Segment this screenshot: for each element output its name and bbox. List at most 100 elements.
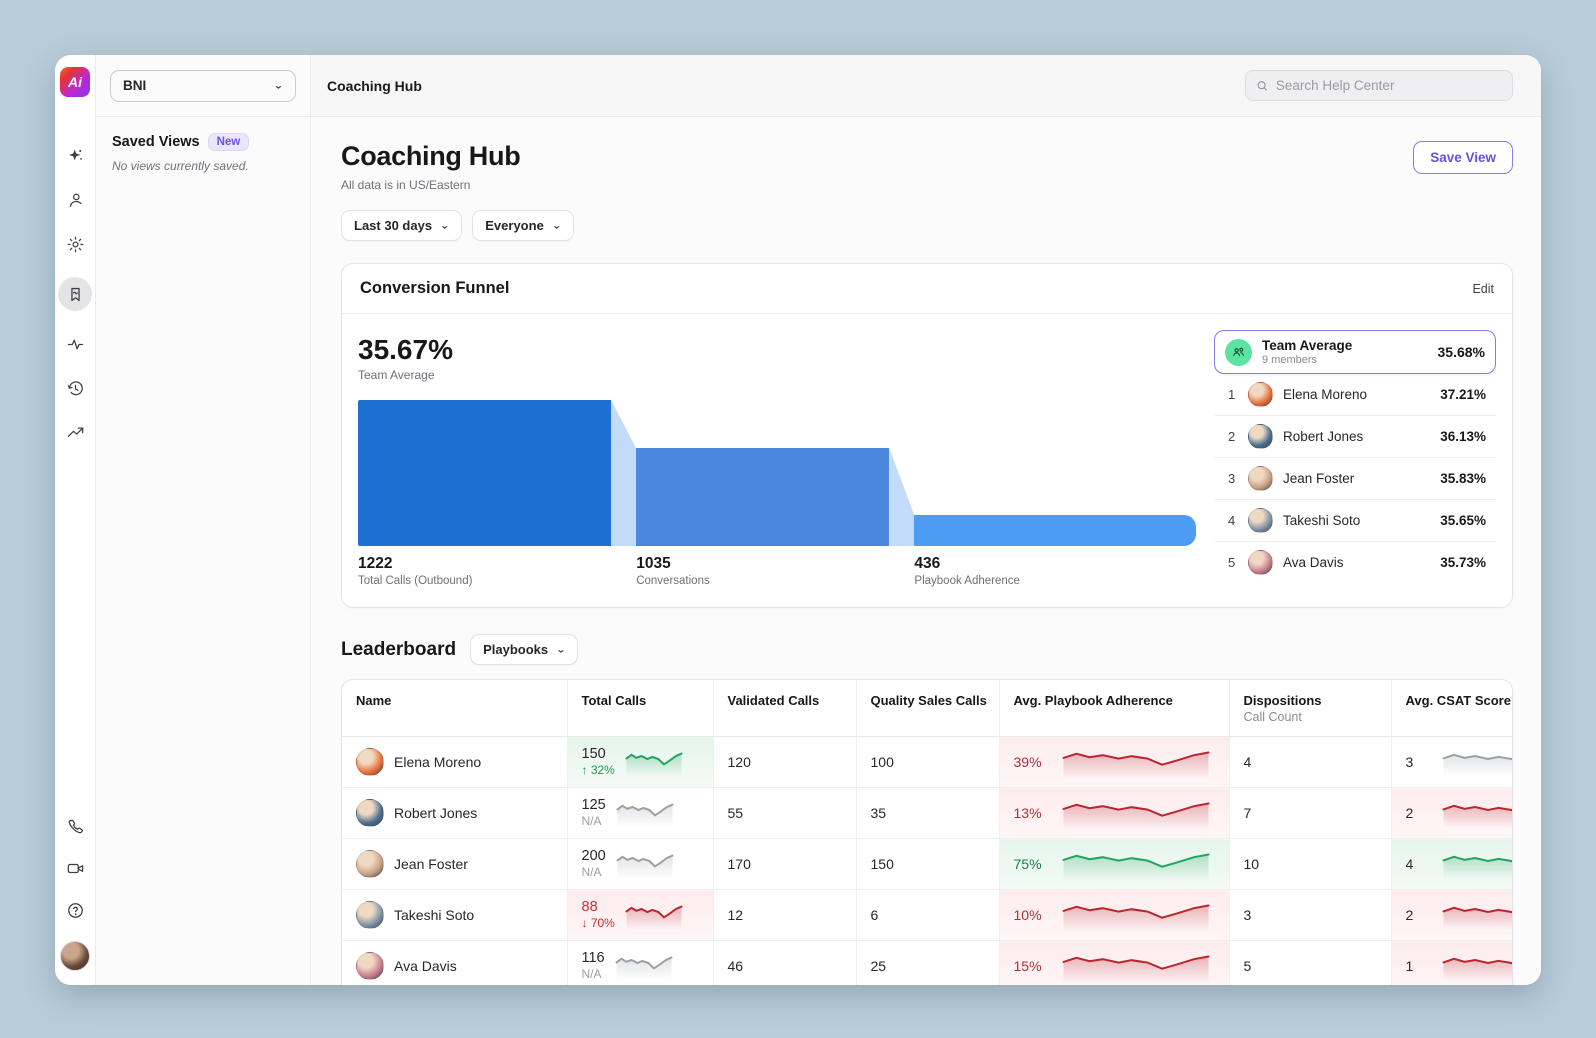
rank-number: 3 xyxy=(1228,471,1238,486)
rank-number: 5 xyxy=(1228,555,1238,570)
sparkline-red xyxy=(1062,898,1210,932)
total-calls-delta: ↓ 70% xyxy=(582,917,615,931)
funnel-bar-3[interactable] xyxy=(914,515,1196,546)
team-icon xyxy=(1225,339,1252,366)
video-icon[interactable] xyxy=(64,857,86,879)
activity-icon[interactable] xyxy=(64,333,86,355)
history-icon[interactable] xyxy=(64,377,86,399)
col-validated-calls[interactable]: Validated Calls xyxy=(713,680,856,737)
sparkle-icon[interactable] xyxy=(64,145,86,167)
team-average-row[interactable]: Team Average 9 members 35.68% xyxy=(1214,330,1496,374)
help-icon[interactable] xyxy=(64,899,86,921)
funnel-card-title: Conversion Funnel xyxy=(360,279,509,298)
people-filter[interactable]: Everyone ⌄ xyxy=(472,210,574,241)
saved-views-empty-text: No views currently saved. xyxy=(112,159,294,173)
total-calls-value: 116 xyxy=(582,950,605,967)
ranking-value: 36.13% xyxy=(1440,429,1486,444)
row-name: Takeshi Soto xyxy=(394,907,474,923)
col-avg-csat-score[interactable]: Avg. CSAT Score xyxy=(1391,680,1513,737)
table-row[interactable]: Takeshi Soto88↓ 70%12610%32 xyxy=(342,890,1513,941)
ranking-row[interactable]: 5 Ava Davis 35.73% xyxy=(1214,542,1496,580)
sparkline-gray xyxy=(615,951,673,981)
avatar xyxy=(356,952,384,980)
funnel-bar-2[interactable] xyxy=(636,448,889,546)
saved-views-title: Saved Views xyxy=(112,134,200,150)
avatar xyxy=(356,901,384,929)
col-avg-playbook-adherence[interactable]: Avg. Playbook Adherence xyxy=(999,680,1229,737)
sparkline-green xyxy=(1062,847,1210,881)
rank-number: 2 xyxy=(1228,429,1238,444)
quality-sales-calls-value: 6 xyxy=(856,890,999,941)
row-name: Jean Foster xyxy=(394,856,468,872)
funnel-stage-label: 1035 Conversations xyxy=(636,555,914,587)
ranking-row[interactable]: 4Takeshi Soto35.65% xyxy=(1214,500,1496,542)
workspace-select[interactable]: BNI ⌄ xyxy=(110,70,296,102)
coaching-hub-icon[interactable] xyxy=(58,277,92,311)
page-content: Coaching Hub All data is in US/Eastern S… xyxy=(311,117,1541,985)
leaderboard-table: Name Total Calls Validated Calls Quality… xyxy=(342,680,1513,985)
save-view-button[interactable]: Save View xyxy=(1413,141,1513,174)
funnel-bar-1[interactable] xyxy=(358,400,611,546)
col-total-calls[interactable]: Total Calls xyxy=(567,680,713,737)
chevron-down-icon: ⌄ xyxy=(556,644,565,654)
table-row[interactable]: Robert Jones125N/A553513%72 xyxy=(342,788,1513,839)
edit-button[interactable]: Edit xyxy=(1472,282,1494,296)
icon-rail: Ai xyxy=(55,55,96,985)
col-dispositions[interactable]: Dispositions Call Count xyxy=(1229,680,1391,737)
breadcrumb: Coaching Hub xyxy=(327,78,422,94)
ranking-row[interactable]: 3Jean Foster35.83% xyxy=(1214,458,1496,500)
csat-value: 1 xyxy=(1406,958,1432,974)
gear-icon[interactable] xyxy=(64,233,86,255)
csat-value: 2 xyxy=(1406,907,1432,923)
app-logo[interactable]: Ai xyxy=(60,67,90,97)
validated-calls-value: 170 xyxy=(713,839,856,890)
new-badge: New xyxy=(208,133,250,151)
page-title: Coaching Hub xyxy=(341,141,520,172)
ranking-row[interactable]: 2 Robert Jones 36.13% xyxy=(1214,416,1496,458)
total-calls-value: 200 xyxy=(582,848,606,865)
date-range-filter[interactable]: Last 30 days ⌄ xyxy=(341,210,462,241)
validated-calls-value: 46 xyxy=(713,941,856,986)
table-row[interactable]: Elena Moreno150↑ 32%12010039%43 xyxy=(342,737,1513,788)
dispositions-value: 10 xyxy=(1229,839,1391,890)
person-icon[interactable] xyxy=(64,189,86,211)
user-avatar[interactable] xyxy=(60,941,90,971)
chevron-down-icon: ⌄ xyxy=(552,220,561,230)
leaderboard-table-card: Name Total Calls Validated Calls Quality… xyxy=(341,679,1513,985)
playbooks-filter[interactable]: Playbooks ⌄ xyxy=(470,634,578,665)
ranking-row[interactable]: 1Elena Moreno37.21% xyxy=(1214,374,1496,416)
table-row[interactable]: Ava Davis116N/A462515%51 xyxy=(342,941,1513,986)
col-quality-sales-calls[interactable]: Quality Sales Calls xyxy=(856,680,999,737)
funnel-chart xyxy=(358,400,1196,546)
team-average-pct: 35.68% xyxy=(1438,344,1485,360)
ranking-name: Robert Jones xyxy=(1283,429,1430,444)
validated-calls-value: 120 xyxy=(713,737,856,788)
funnel-ranking-list: Team Average 9 members 35.68% 1Elena Mor… xyxy=(1214,330,1496,580)
page-subtitle: All data is in US/Eastern xyxy=(341,178,520,192)
ranking-value: 35.65% xyxy=(1440,513,1486,528)
ranking-value: 37.21% xyxy=(1440,387,1486,402)
rank-number: 4 xyxy=(1228,513,1238,528)
avatar xyxy=(1248,382,1273,407)
validated-calls-value: 55 xyxy=(713,788,856,839)
ranking-name: Ava Davis xyxy=(1283,555,1430,570)
search-input[interactable] xyxy=(1276,78,1502,93)
col-name[interactable]: Name xyxy=(342,680,567,737)
trending-up-icon[interactable] xyxy=(64,421,86,443)
sparkline-red xyxy=(1442,951,1514,981)
total-calls-delta: N/A xyxy=(582,815,606,829)
validated-calls-value: 12 xyxy=(713,890,856,941)
sparkline-red xyxy=(1442,900,1514,930)
phone-icon[interactable] xyxy=(64,815,86,837)
team-average-name: Team Average xyxy=(1262,338,1428,353)
dispositions-value: 7 xyxy=(1229,788,1391,839)
total-calls-value: 125 xyxy=(582,797,606,814)
total-calls-delta: N/A xyxy=(582,866,606,880)
avatar xyxy=(1248,466,1273,491)
ranking-value: 35.73% xyxy=(1440,555,1486,570)
team-average-label: Team Average xyxy=(358,368,1196,382)
help-search[interactable] xyxy=(1245,70,1513,101)
table-row[interactable]: Jean Foster200N/A17015075%104 xyxy=(342,839,1513,890)
total-calls-value: 88 xyxy=(582,899,615,916)
row-name: Elena Moreno xyxy=(394,754,481,770)
